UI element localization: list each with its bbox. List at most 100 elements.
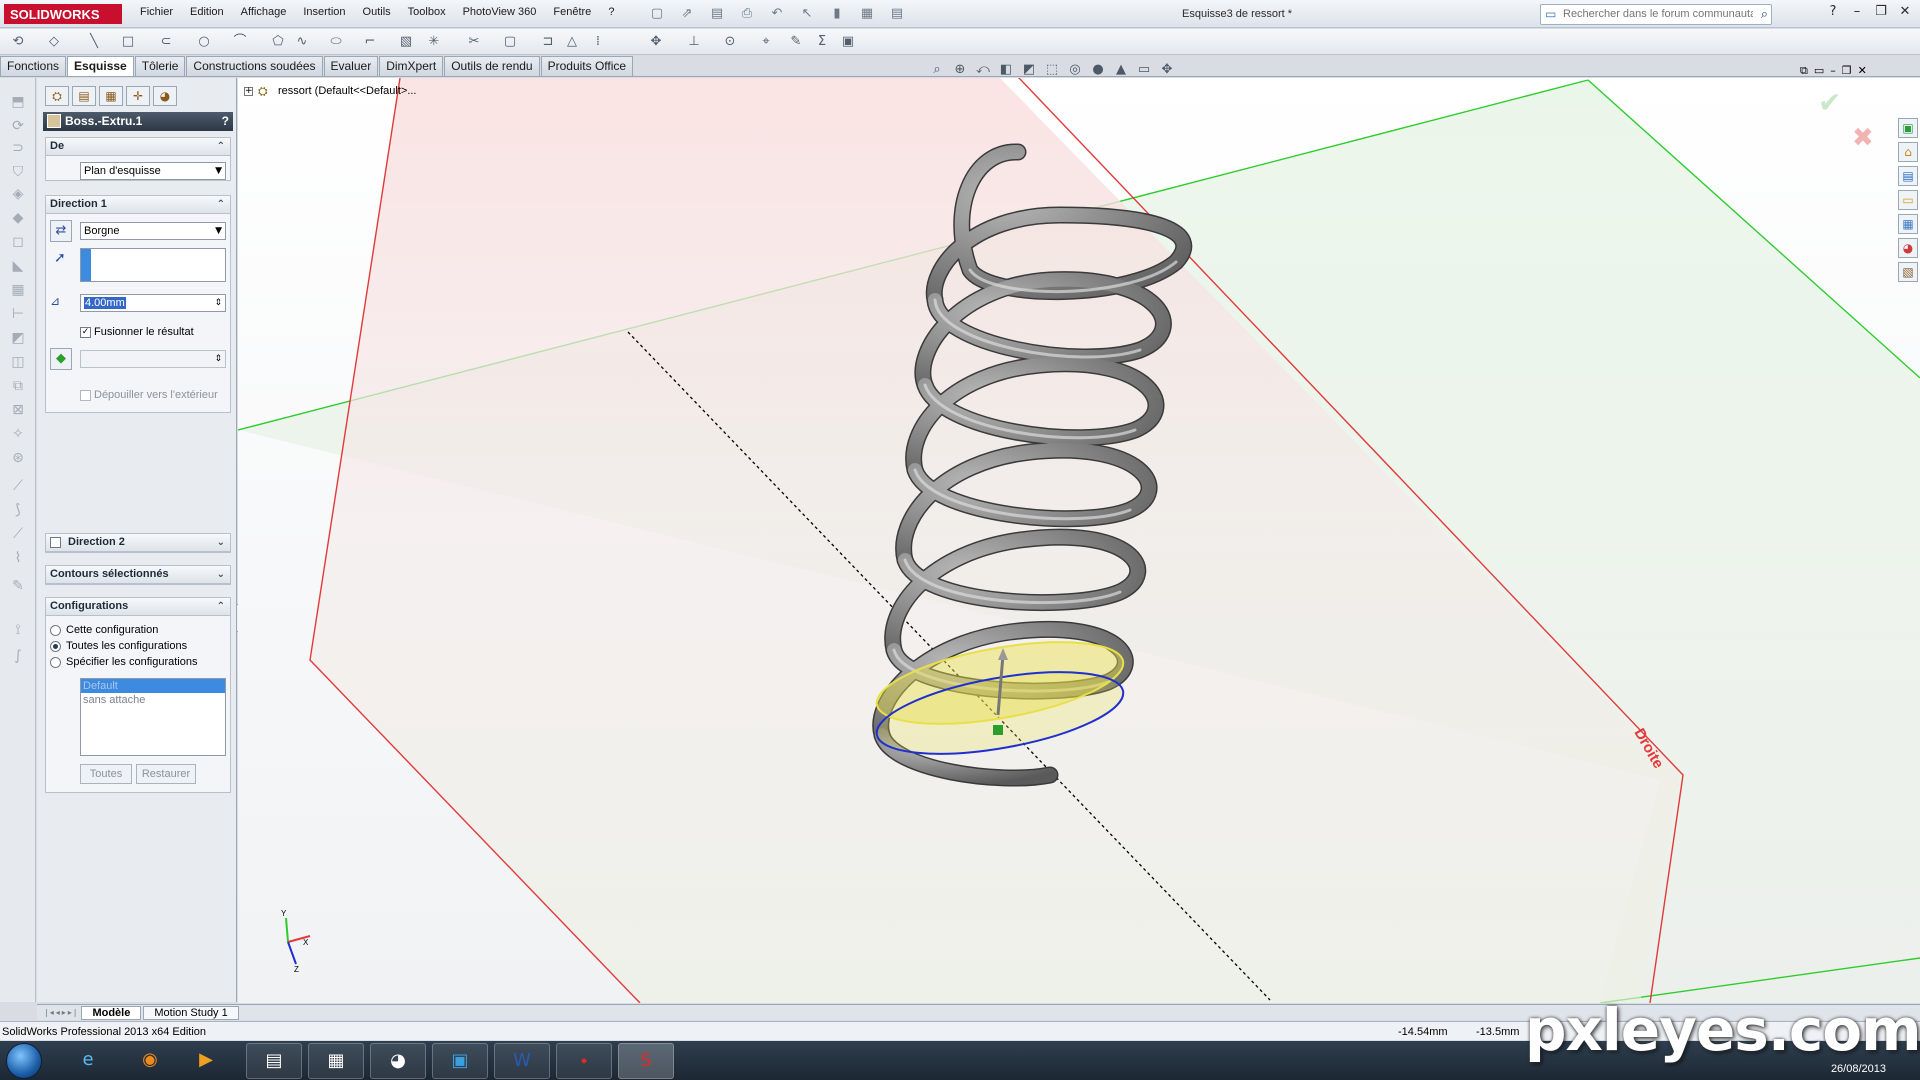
instant3d-icon[interactable]: ⟋ [7, 478, 29, 496]
word-icon[interactable]: W [494, 1043, 550, 1079]
select-icon[interactable]: ↖ [795, 5, 819, 23]
feature-manager-icon[interactable]: ⛭ [45, 86, 69, 106]
tile-icon[interactable]: ⧉ [1800, 64, 1808, 78]
search-box[interactable]: ▭ ⌕ [1540, 4, 1772, 25]
collapse-icon[interactable]: ⌃ [217, 138, 225, 155]
tab-tolerie[interactable]: Tôlerie [134, 56, 186, 77]
split-icon[interactable]: ▭ [1814, 64, 1824, 78]
configurations-list[interactable]: Default sans attache [80, 678, 226, 756]
revolve-icon[interactable]: ⟳ [7, 118, 29, 136]
offset-icon[interactable]: ⊐ [538, 32, 558, 52]
from-group-header[interactable]: De ⌃ [46, 138, 230, 156]
display-style-icon[interactable]: ⬚ [1043, 62, 1061, 80]
graphics-area[interactable]: Droite Y X Z ✔ ✖ [238, 78, 1920, 1003]
3d-sketch-icon[interactable]: ⟟ [7, 622, 29, 640]
all-button[interactable]: Toutes [80, 764, 132, 784]
freeform-icon[interactable]: ✎ [7, 578, 29, 596]
radio-all-configurations[interactable]: Toutes les configurations [50, 640, 187, 652]
print-icon[interactable]: ⎙ [735, 5, 759, 23]
tab-esquisse[interactable]: Esquisse [67, 56, 134, 77]
extrude-icon[interactable]: ⬒ [7, 94, 29, 112]
view-palette-icon[interactable]: ▦ [1898, 214, 1918, 234]
close-icon[interactable]: ✕ [1896, 4, 1914, 19]
menu-help[interactable]: ? [608, 6, 614, 18]
menu-fichier[interactable]: Fichier [140, 6, 173, 18]
tab-nav-arrows-icon[interactable]: |◂◂▸▸| [45, 1008, 78, 1017]
save-icon[interactable]: ▤ [705, 5, 729, 23]
direction2-header[interactable]: Direction 2 ⌄ [46, 534, 230, 552]
draft-on-off-icon[interactable]: ◆ [50, 348, 72, 370]
dimxpert-manager-icon[interactable]: ✛ [126, 86, 150, 106]
media-player-icon[interactable]: ▶ [186, 1043, 226, 1079]
new-document-icon[interactable]: ▢ [645, 5, 669, 23]
tab-outils-de-rendu[interactable]: Outils de rendu [444, 56, 540, 77]
appearances-icon[interactable]: ◕ [1898, 238, 1918, 258]
fillet-icon[interactable]: ⌐ [360, 32, 380, 52]
explorer-icon[interactable]: ▤ [246, 1043, 302, 1079]
rebuild-icon[interactable]: ▮ [825, 5, 849, 23]
file-properties-icon[interactable]: ▦ [855, 5, 879, 23]
restore-icon[interactable]: ❐ [1842, 64, 1852, 78]
tab-dimxpert[interactable]: DimXpert [379, 56, 444, 77]
pattern-icon[interactable]: ▦ [7, 282, 29, 300]
expand-icon[interactable]: ⌄ [217, 566, 225, 583]
internet-explorer-icon[interactable]: e [62, 1043, 114, 1079]
collapse-icon[interactable]: ⌃ [217, 598, 225, 615]
options-icon[interactable]: ▤ [885, 5, 909, 23]
wrap-icon[interactable]: ⧉ [7, 378, 29, 396]
design-library-icon[interactable]: ⌂ [1898, 142, 1918, 162]
spin-icon[interactable]: ⇕ [214, 295, 222, 311]
open-icon[interactable]: ⇗ [675, 5, 699, 23]
minimize-icon[interactable]: – [1848, 4, 1866, 19]
linear-pattern-icon[interactable]: ⁞ [588, 32, 608, 52]
reference-geometry-icon[interactable]: ✧ [7, 426, 29, 444]
spin-icon[interactable]: ⇕ [214, 351, 222, 367]
zoom-area-icon[interactable]: ⊕ [951, 62, 969, 80]
ellipse-icon[interactable]: ⬭ [326, 32, 346, 52]
undo-icon[interactable]: ↶ [765, 5, 789, 23]
polygon-icon[interactable]: ⬠ [268, 32, 288, 52]
view-orientation-icon[interactable]: ◩ [1020, 62, 1038, 80]
arc-icon[interactable]: ⌒ [230, 32, 250, 52]
zoom-fit-icon[interactable]: ⌕ [928, 62, 946, 80]
help-icon[interactable]: ? [222, 112, 229, 131]
trim-icon[interactable]: ✂ [464, 32, 484, 52]
relations-icon[interactable]: ⊥ [684, 32, 704, 52]
menu-insertion[interactable]: Insertion [303, 6, 345, 18]
fillet-feature-icon[interactable]: ◣ [7, 258, 29, 276]
remote-desktop-icon[interactable]: ▣ [432, 1043, 488, 1079]
direction1-header[interactable]: Direction 1 ⌃ [46, 196, 230, 214]
radio-this-configuration[interactable]: Cette configuration [50, 624, 158, 636]
sweep-icon[interactable]: ⊃ [7, 140, 29, 158]
expand-icon[interactable]: + [244, 86, 253, 96]
expand-icon[interactable]: ⌄ [217, 534, 225, 551]
plane-icon[interactable]: ▧ [396, 32, 416, 52]
radio-specify-configurations[interactable]: Spécifier les configurations [50, 656, 197, 668]
property-manager-icon[interactable]: ▤ [72, 86, 96, 106]
collapse-icon[interactable]: ⌃ [217, 196, 225, 213]
section-view-icon[interactable]: ◧ [997, 62, 1015, 80]
rectangle-icon[interactable]: □ [118, 32, 138, 52]
appearance-icon[interactable]: ● [1089, 62, 1107, 80]
previous-view-icon[interactable]: ⤺ [974, 62, 992, 80]
circle-icon[interactable]: ○ [194, 32, 214, 52]
menu-toolbox[interactable]: Toolbox [408, 6, 446, 18]
draft-outward-checkbox[interactable]: Dépouiller vers l'extérieur [80, 389, 218, 401]
shell-icon[interactable]: ◫ [7, 354, 29, 372]
calculator-icon[interactable]: ▦ [308, 1043, 364, 1079]
merge-result-checkbox[interactable]: ✓ Fusionner le résultat [80, 326, 194, 338]
configurations-header[interactable]: Configurations ⌃ [46, 598, 230, 616]
equation-icon[interactable]: Σ [812, 32, 832, 52]
restore-button[interactable]: Restaurer [136, 764, 196, 784]
curves-icon[interactable]: ⊛ [7, 450, 29, 468]
end-condition-dropdown[interactable]: Borgne ▼ [80, 222, 226, 240]
menu-fenetre[interactable]: Fenêtre [553, 6, 591, 18]
split-line-icon[interactable]: ⟋ [7, 526, 29, 544]
rib-icon[interactable]: ⊢ [7, 306, 29, 324]
tab-motion-study[interactable]: Motion Study 1 [143, 1005, 239, 1020]
pan-icon[interactable]: ✥ [1158, 62, 1176, 80]
3d-scene[interactable]: Droite Y X Z ✔ ✖ [238, 78, 1920, 1003]
confirm-cancel-icon[interactable]: ✖ [1852, 123, 1874, 153]
list-item[interactable]: sans attache [81, 693, 225, 707]
menu-edition[interactable]: Edition [190, 6, 224, 18]
